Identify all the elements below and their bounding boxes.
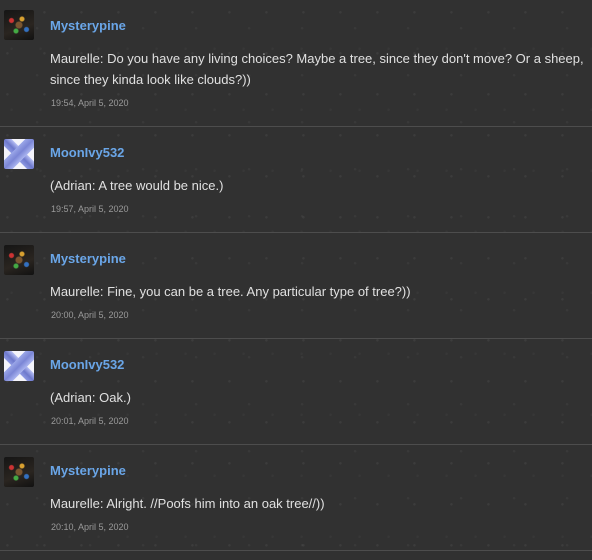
chat-post: Mysterypine Maurelle: Do you have any li… xyxy=(0,0,592,127)
user-avatar[interactable] xyxy=(4,245,34,275)
message-text: (Adrian: A tree would be nice.) xyxy=(50,178,224,193)
message-text: (Adrian: Oak.) xyxy=(50,390,131,405)
timestamp: 20:00, April 5, 2020 xyxy=(51,310,129,320)
timestamp: 19:54, April 5, 2020 xyxy=(51,98,129,108)
chat-post: Mysterypine Maurelle: Alright. //Poofs h… xyxy=(0,445,592,551)
chat-feed: Mysterypine Maurelle: Do you have any li… xyxy=(0,0,592,551)
message-text: Maurelle: Fine, you can be a tree. Any p… xyxy=(50,284,411,299)
username-link[interactable]: MoonIvy532 xyxy=(50,145,124,160)
chat-post: Mysterypine Maurelle: Fine, you can be a… xyxy=(0,233,592,339)
user-avatar[interactable] xyxy=(4,457,34,487)
user-avatar[interactable] xyxy=(4,139,34,169)
username-link[interactable]: Mysterypine xyxy=(50,463,126,478)
chat-post: MoonIvy532 (Adrian: Oak.) 20:01, April 5… xyxy=(0,339,592,445)
timestamp: 20:10, April 5, 2020 xyxy=(51,522,129,532)
message-text: Maurelle: Alright. //Poofs him into an o… xyxy=(50,496,325,511)
chat-post: MoonIvy532 (Adrian: A tree would be nice… xyxy=(0,127,592,233)
username-link[interactable]: Mysterypine xyxy=(50,18,126,33)
username-link[interactable]: Mysterypine xyxy=(50,251,126,266)
timestamp: 19:57, April 5, 2020 xyxy=(51,204,129,214)
user-avatar[interactable] xyxy=(4,10,34,40)
user-avatar[interactable] xyxy=(4,351,34,381)
message-text: Maurelle: Do you have any living choices… xyxy=(50,51,584,87)
timestamp: 20:01, April 5, 2020 xyxy=(51,416,129,426)
username-link[interactable]: MoonIvy532 xyxy=(50,357,124,372)
